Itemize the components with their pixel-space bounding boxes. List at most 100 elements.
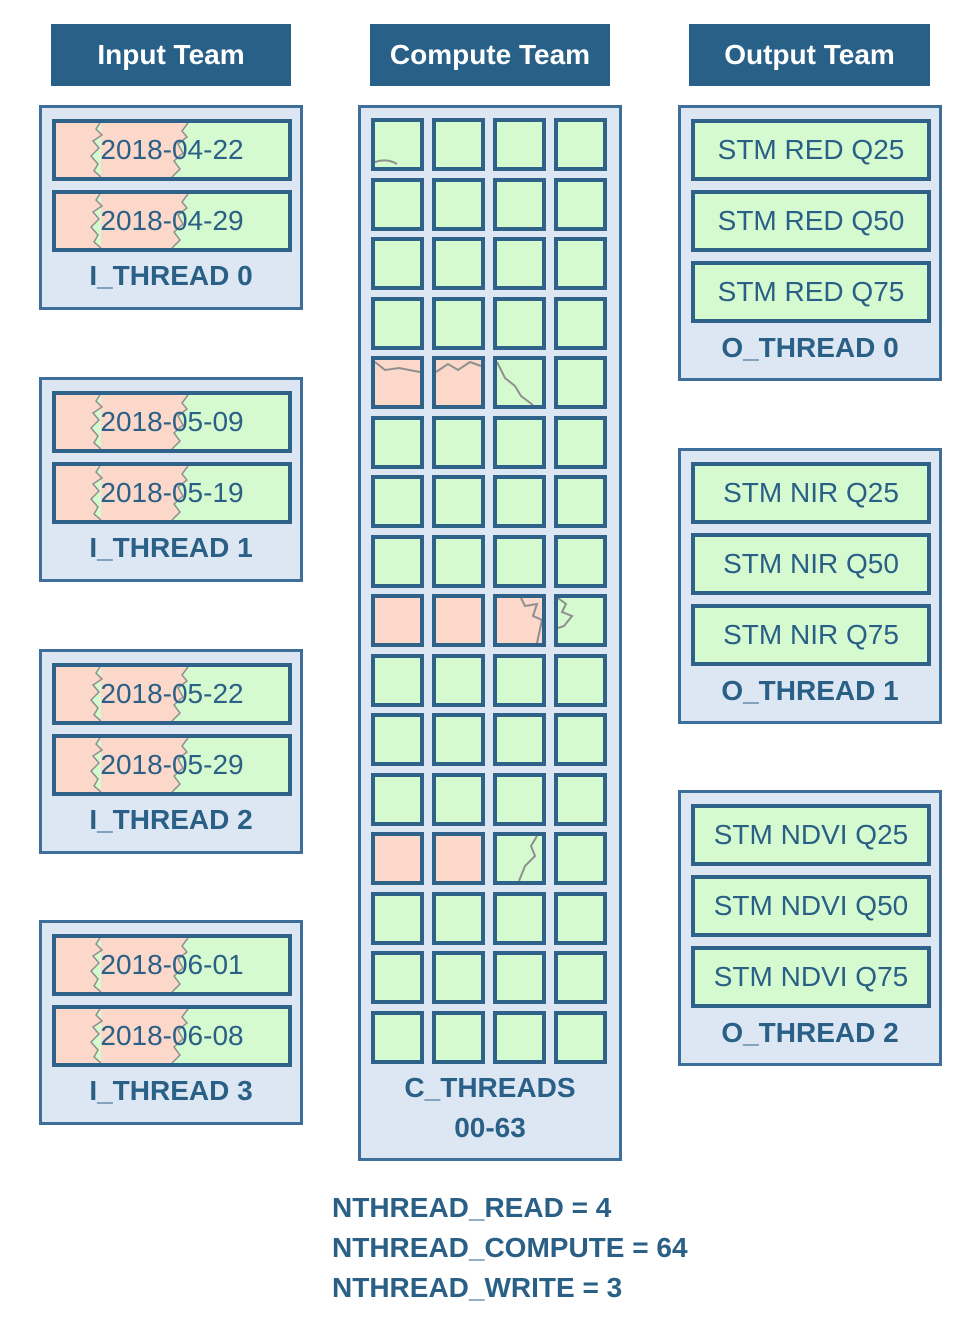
compute-tile xyxy=(371,891,424,945)
compute-tile xyxy=(432,534,485,588)
product-tile: STM RED Q25 xyxy=(691,119,931,181)
compute-tile xyxy=(432,356,485,409)
compute-panel: C_THREADS 00-63 xyxy=(358,105,622,1161)
compute-tile xyxy=(493,951,546,1004)
compute-threads-label: C_THREADS xyxy=(404,1072,576,1103)
compute-tile xyxy=(554,832,607,885)
compute-tile xyxy=(371,534,424,588)
date-tile: 2018-06-08 xyxy=(52,1005,292,1067)
compute-tile xyxy=(432,713,485,766)
date-label: 2018-04-22 xyxy=(100,134,244,165)
coastline-shape xyxy=(375,361,420,373)
coastline-shape xyxy=(558,598,574,629)
compute-tile xyxy=(493,356,546,409)
compute-tile xyxy=(432,1010,485,1064)
compute-team-header: Compute Team xyxy=(370,24,610,86)
input-thread-panel-3: 2018-06-01 2018-06-08 I_THREAD 3 xyxy=(39,920,303,1125)
compute-tile xyxy=(493,1010,546,1064)
compute-tile xyxy=(493,891,546,945)
compute-tile xyxy=(493,237,546,290)
compute-tile xyxy=(371,832,424,885)
compute-tile xyxy=(432,237,485,290)
product-label: STM RED Q75 xyxy=(717,276,905,307)
product-label: STM RED Q50 xyxy=(717,205,905,236)
date-tile: 2018-04-29 xyxy=(52,190,292,252)
compute-tile xyxy=(432,296,485,350)
input-thread-panel-0: 2018-04-22 2018-04-29 I_THREAD 0 xyxy=(39,105,303,310)
date-label: 2018-06-01 xyxy=(100,949,244,980)
compute-tile xyxy=(493,594,546,647)
product-label: STM NIR Q25 xyxy=(723,477,899,508)
compute-tile xyxy=(432,772,485,826)
product-label: STM NIR Q75 xyxy=(723,619,899,650)
input-thread-label: I_THREAD 2 xyxy=(89,804,253,835)
compute-tile xyxy=(554,177,607,231)
input-thread-label: I_THREAD 1 xyxy=(89,532,253,563)
compute-tile xyxy=(432,594,485,647)
compute-tile xyxy=(371,356,424,409)
coastline-shape xyxy=(497,361,534,405)
compute-tile xyxy=(371,415,424,469)
compute-tile xyxy=(432,653,485,707)
input-team-header: Input Team xyxy=(51,24,291,86)
compute-tile xyxy=(432,118,485,171)
product-tile: STM NIR Q25 xyxy=(691,462,931,524)
compute-tile xyxy=(554,296,607,350)
compute-tile xyxy=(432,415,485,469)
input-thread-panel-1: 2018-05-09 2018-05-19 I_THREAD 1 xyxy=(39,377,303,582)
product-tile: STM RED Q50 xyxy=(691,190,931,252)
compute-tile xyxy=(554,891,607,945)
output-thread-panel-1: STM NIR Q25 STM NIR Q50 STM NIR Q75 O_TH… xyxy=(678,448,942,724)
product-tile: STM RED Q75 xyxy=(691,261,931,323)
compute-tile xyxy=(493,772,546,826)
date-label: 2018-05-29 xyxy=(100,749,244,780)
product-label: STM RED Q25 xyxy=(717,134,905,165)
compute-tile xyxy=(371,772,424,826)
compute-tile xyxy=(493,415,546,469)
compute-tile xyxy=(371,177,424,231)
input-thread-panel-2: 2018-05-22 2018-05-29 I_THREAD 2 xyxy=(39,649,303,854)
output-thread-panel-0: STM RED Q25 STM RED Q50 STM RED Q75 O_TH… xyxy=(678,105,942,381)
compute-tile xyxy=(554,534,607,588)
compute-tile xyxy=(493,296,546,350)
date-tile: 2018-06-01 xyxy=(52,934,292,996)
output-thread-label: O_THREAD 1 xyxy=(721,675,899,706)
compute-tile xyxy=(554,356,607,409)
output-thread-label: O_THREAD 2 xyxy=(721,1017,899,1048)
coastline-shape xyxy=(520,598,542,643)
compute-tile xyxy=(554,475,607,528)
date-label: 2018-04-29 xyxy=(100,205,244,236)
compute-tile xyxy=(493,177,546,231)
output-thread-label: O_THREAD 0 xyxy=(721,332,899,363)
date-label: 2018-05-19 xyxy=(100,477,244,508)
date-tile: 2018-05-09 xyxy=(52,391,292,453)
compute-tile xyxy=(554,594,607,647)
compute-tile xyxy=(432,177,485,231)
compute-tile xyxy=(554,653,607,707)
compute-tile xyxy=(493,475,546,528)
compute-tile xyxy=(493,653,546,707)
output-thread-panel-2: STM NDVI Q25 STM NDVI Q50 STM NDVI Q75 O… xyxy=(678,790,942,1066)
compute-tile xyxy=(554,713,607,766)
compute-tile xyxy=(554,772,607,826)
compute-tile xyxy=(432,891,485,945)
compute-tile xyxy=(371,237,424,290)
compute-tile xyxy=(432,832,485,885)
nthread-read-formula: NTHREAD_READ = 4 xyxy=(332,1192,612,1223)
nthread-compute-formula: NTHREAD_COMPUTE = 64 xyxy=(332,1232,688,1263)
date-label: 2018-05-22 xyxy=(100,678,244,709)
compute-tile xyxy=(493,534,546,588)
date-tile: 2018-05-29 xyxy=(52,734,292,796)
date-tile: 2018-04-22 xyxy=(52,119,292,181)
compute-threads-range: 00-63 xyxy=(454,1112,526,1143)
compute-tile xyxy=(371,653,424,707)
compute-tile xyxy=(371,1010,424,1064)
coastline-shape xyxy=(518,836,538,881)
product-tile: STM NDVI Q75 xyxy=(691,946,931,1008)
product-tile: STM NDVI Q50 xyxy=(691,875,931,937)
compute-tile xyxy=(371,594,424,647)
output-team-header: Output Team xyxy=(689,24,930,86)
date-label: 2018-05-09 xyxy=(100,406,244,437)
compute-tile xyxy=(493,832,546,885)
product-tile: STM NDVI Q25 xyxy=(691,804,931,866)
